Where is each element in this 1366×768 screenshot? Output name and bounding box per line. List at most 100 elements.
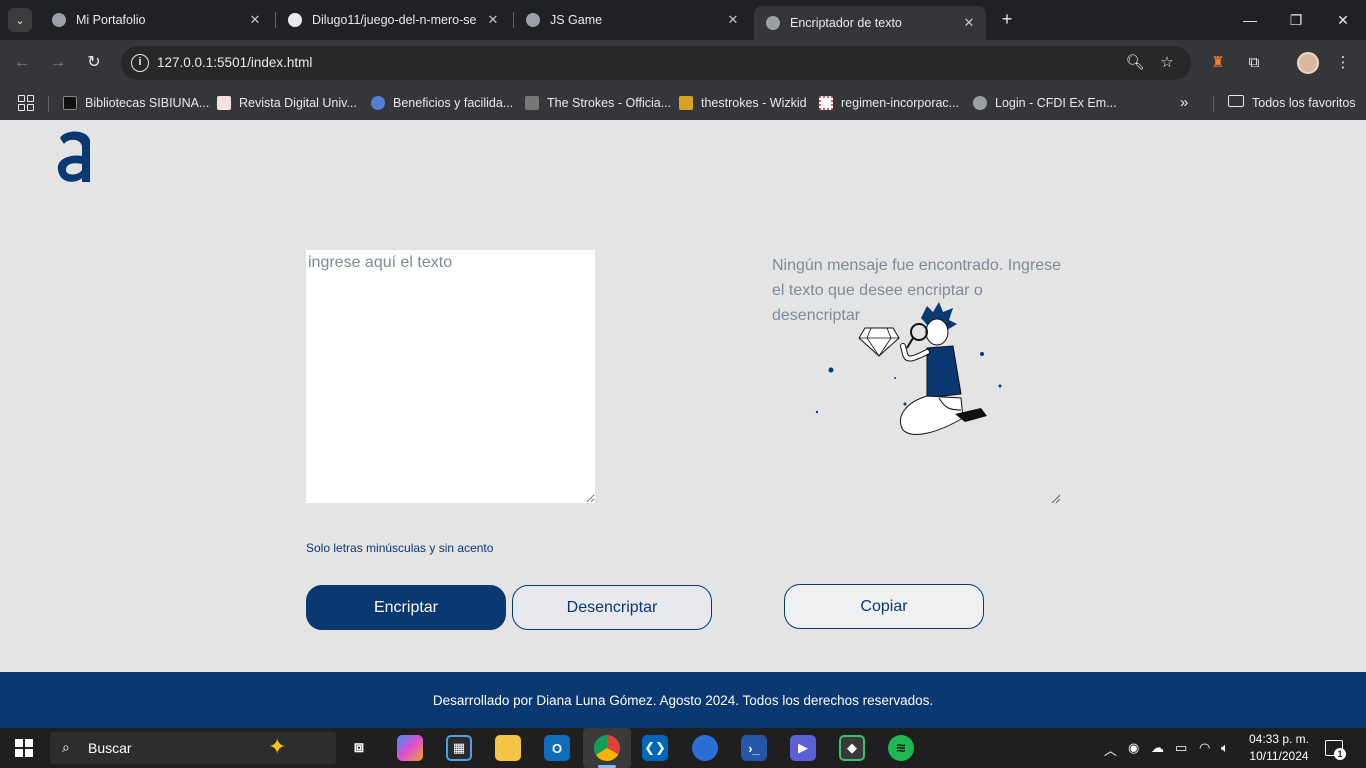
bookmark-favicon-icon (371, 96, 385, 110)
store-icon[interactable]: ▦ (446, 735, 472, 761)
bookmark-item[interactable]: regimen-incorporac... (819, 94, 959, 112)
input-hint-text: Solo letras minúsculas y sin acento (306, 541, 494, 555)
apps-grid-icon[interactable] (18, 95, 34, 111)
alura-logo (57, 131, 90, 182)
minimize-icon[interactable]: — (1238, 8, 1262, 32)
tray-chevron-icon[interactable]: ︿ (1104, 740, 1117, 759)
forward-icon[interactable]: → (46, 51, 70, 75)
bookmark-item[interactable]: Login - CFDI Ex Em... (973, 94, 1117, 112)
tab-search-button[interactable]: ⌄ (8, 8, 32, 32)
taskbar-search-label: Buscar (88, 740, 132, 756)
tab-encriptador[interactable]: Encriptador de texto ✕ (754, 6, 986, 40)
close-tab-icon[interactable]: ✕ (246, 12, 264, 28)
tab-mi-portafolio[interactable]: Mi Portafolio ✕ (40, 6, 272, 34)
tab-title: Encriptador de texto (790, 16, 902, 30)
browser-toolbar: ← → ↻ i 127.0.0.1:5501/index.html 🔍︎ ☆ ♜… (0, 40, 1366, 86)
url-text[interactable]: 127.0.0.1:5501/index.html (157, 55, 312, 70)
github-icon (288, 13, 302, 27)
page-footer: Desarrollado por Diana Luna Gómez. Agost… (0, 672, 1366, 728)
more-bookmarks-chevron-icon[interactable]: » (1180, 94, 1188, 111)
extensions-puzzle-icon[interactable]: ⧉ (1243, 52, 1265, 74)
volume-icon[interactable]: 🔈︎ (1221, 740, 1229, 756)
extension-icon[interactable]: ♜ (1207, 52, 1229, 74)
battery-icon[interactable]: ▭ (1175, 740, 1187, 756)
notification-count-badge: 1 (1334, 748, 1346, 760)
web-page: Solo letras minúsculas y sin acento Encr… (0, 120, 1366, 728)
tab-title: JS Game (550, 13, 603, 27)
tab-js-game[interactable]: JS Game ✕ (514, 6, 750, 34)
site-info-icon[interactable]: i (131, 54, 149, 72)
bookmark-label: Revista Digital Univ... (239, 96, 357, 110)
globe-icon (526, 13, 540, 27)
clock-date: 10/11/2024 (1249, 749, 1309, 763)
address-bar[interactable]: i 127.0.0.1:5501/index.html 🔍︎ ☆ (121, 46, 1191, 80)
bookmark-item[interactable]: Beneficios y facilida... (371, 94, 513, 112)
close-tab-icon[interactable]: ✕ (484, 12, 502, 28)
bookmark-favicon-icon (819, 96, 833, 110)
browser-tab-strip: ⌄ Mi Portafolio ✕ Dilugo11/juego-del-n-m… (0, 0, 1366, 40)
task-view-icon[interactable]: ⧈ (346, 735, 372, 761)
bookmark-item[interactable]: The Strokes - Officia... (525, 94, 671, 112)
powershell-icon[interactable]: ›_ (741, 735, 767, 761)
bookmark-separator (48, 96, 49, 112)
bookmark-separator (1213, 96, 1214, 112)
close-window-icon[interactable]: ✕ (1331, 8, 1355, 32)
bookmark-favicon-icon (63, 96, 77, 110)
bookmark-label: The Strokes - Officia... (547, 96, 672, 110)
resize-grip-icon[interactable] (1050, 493, 1060, 503)
restore-icon[interactable]: ❐ (1284, 8, 1308, 32)
windows-start-icon[interactable] (15, 739, 33, 757)
bookmark-favicon-icon (679, 96, 693, 110)
no-message-text: Ningún mensaje fue encontrado. Ingrese e… (772, 257, 1062, 324)
decrypt-button[interactable]: Desencriptar (512, 585, 712, 630)
tab-github[interactable]: Dilugo11/juego-del-n-mero-se ✕ (276, 6, 510, 34)
globe-icon (766, 16, 780, 30)
globe-icon (52, 13, 66, 27)
close-tab-icon[interactable]: ✕ (724, 12, 742, 28)
bookmark-item[interactable]: thestrokes - Wizkid (679, 94, 807, 112)
system-clock[interactable]: 04:33 p. m. 10/11/2024 (1246, 731, 1312, 765)
encrypt-button[interactable]: Encriptar (306, 585, 506, 630)
tab-title: Dilugo11/juego-del-n-mero-se (312, 13, 477, 27)
bookmark-label: thestrokes - Wizkid (701, 96, 807, 110)
wifi-icon[interactable]: ◠ (1199, 740, 1210, 756)
copilot-icon[interactable] (397, 735, 423, 761)
bookmark-item[interactable]: Revista Digital Univ... (217, 94, 357, 112)
copy-button[interactable]: Copiar (784, 584, 984, 629)
profile-avatar[interactable] (1297, 52, 1319, 74)
spotify-icon[interactable]: ≋ (888, 735, 914, 761)
folder-icon (1228, 95, 1244, 107)
onedrive-cloud-icon[interactable]: ☁ (1151, 740, 1164, 756)
vscode-icon[interactable]: ❮❯ (642, 735, 668, 761)
tab-title: Mi Portafolio (76, 13, 146, 27)
globe-icon (973, 96, 987, 110)
camera-icon[interactable]: ◉ (1128, 740, 1139, 756)
bookmark-star-icon[interactable]: ☆ (1157, 53, 1177, 73)
back-icon[interactable]: ← (10, 51, 34, 75)
bookmark-label: Beneficios y facilida... (393, 96, 514, 110)
taskbar-search-box[interactable]: ⌕ Buscar ✦ (50, 732, 336, 764)
file-explorer-icon[interactable] (495, 735, 521, 761)
bookmark-label: Bibliotecas SIBIUNA... (85, 96, 210, 110)
text-input[interactable] (306, 250, 595, 503)
copilot-sparkle-icon: ✦ (268, 734, 287, 759)
new-tab-button[interactable]: + (996, 8, 1018, 30)
outlook-icon[interactable]: O (544, 735, 570, 761)
bookmark-label: Login - CFDI Ex Em... (995, 96, 1117, 110)
bookmark-item[interactable]: Bibliotecas SIBIUNA... (63, 94, 209, 112)
clock-time: 04:33 p. m. (1248, 732, 1310, 746)
bookmark-favicon-icon (217, 96, 231, 110)
zoom-icon[interactable]: 🔍︎ (1125, 53, 1145, 73)
close-tab-icon[interactable]: ✕ (960, 15, 978, 31)
menu-kebab-icon[interactable]: ⋮ (1332, 52, 1354, 74)
git-icon[interactable]: ◆ (839, 735, 865, 761)
reload-icon[interactable]: ↻ (82, 51, 106, 75)
all-bookmarks-button[interactable]: Todos los favoritos (1252, 94, 1356, 112)
firefox-icon[interactable] (692, 735, 718, 761)
bookmarks-bar: Bibliotecas SIBIUNA... Revista Digital U… (0, 86, 1366, 120)
output-panel[interactable]: Ningún mensaje fue encontrado. Ingrese e… (770, 250, 1061, 503)
clipchamp-icon[interactable]: ▶ (790, 735, 816, 761)
windows-taskbar: ⌕ Buscar ✦ ⧈ ▦ O ❮❯ ›_ ▶ ◆ ≋ ︿ ◉ ☁ ▭ ◠ 🔈… (0, 728, 1366, 768)
chrome-icon[interactable] (594, 735, 620, 761)
bookmark-label: regimen-incorporac... (841, 96, 960, 110)
